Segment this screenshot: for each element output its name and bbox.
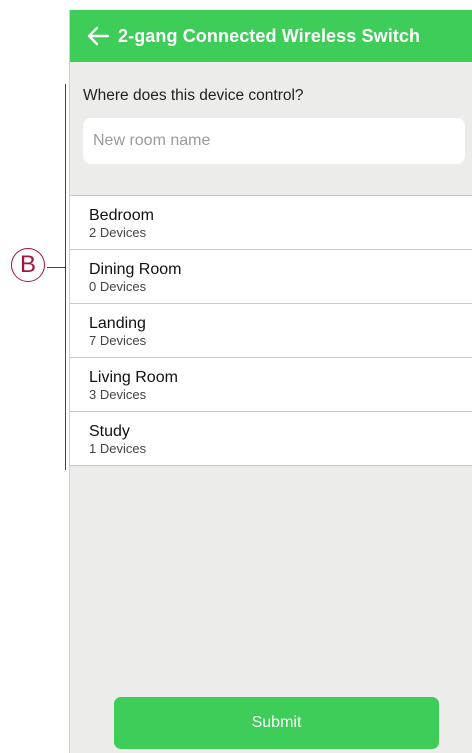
app-header: 2-gang Connected Wireless Switch [70, 10, 472, 62]
illustration-canvas: B 2-gang Connected Wireless Switch Where… [0, 0, 472, 753]
room-item-living-room[interactable]: Living Room 3 Devices [70, 358, 472, 412]
arrow-left-icon [87, 26, 110, 46]
back-button[interactable] [84, 22, 112, 50]
room-item-study[interactable]: Study 1 Devices [70, 412, 472, 466]
room-name: Landing [89, 315, 146, 332]
room-name: Living Room [89, 369, 178, 386]
room-name: Dining Room [89, 261, 182, 278]
room-list: Bedroom 2 Devices Dining Room 0 Devices … [70, 195, 472, 466]
room-item-landing[interactable]: Landing 7 Devices [70, 304, 472, 358]
room-prompt-label: Where does this device control? [83, 87, 304, 104]
room-device-count: 3 Devices [89, 387, 147, 402]
new-room-name-input[interactable] [83, 118, 465, 164]
room-item-bedroom[interactable]: Bedroom 2 Devices [70, 196, 472, 250]
room-device-count: 2 Devices [89, 225, 147, 240]
callout-badge-b: B [11, 248, 45, 282]
room-name: Study [89, 423, 130, 440]
room-device-count: 0 Devices [89, 279, 147, 294]
page-title: 2-gang Connected Wireless Switch [118, 25, 421, 46]
room-device-count: 1 Devices [89, 441, 147, 456]
phone-screen: 2-gang Connected Wireless Switch Where d… [69, 10, 472, 753]
room-device-count: 7 Devices [89, 333, 147, 348]
room-item-dining-room[interactable]: Dining Room 0 Devices [70, 250, 472, 304]
room-name: Bedroom [89, 207, 154, 224]
submit-button[interactable]: Submit [114, 697, 439, 749]
callout-bracket [65, 84, 66, 470]
callout-connector [47, 267, 65, 268]
